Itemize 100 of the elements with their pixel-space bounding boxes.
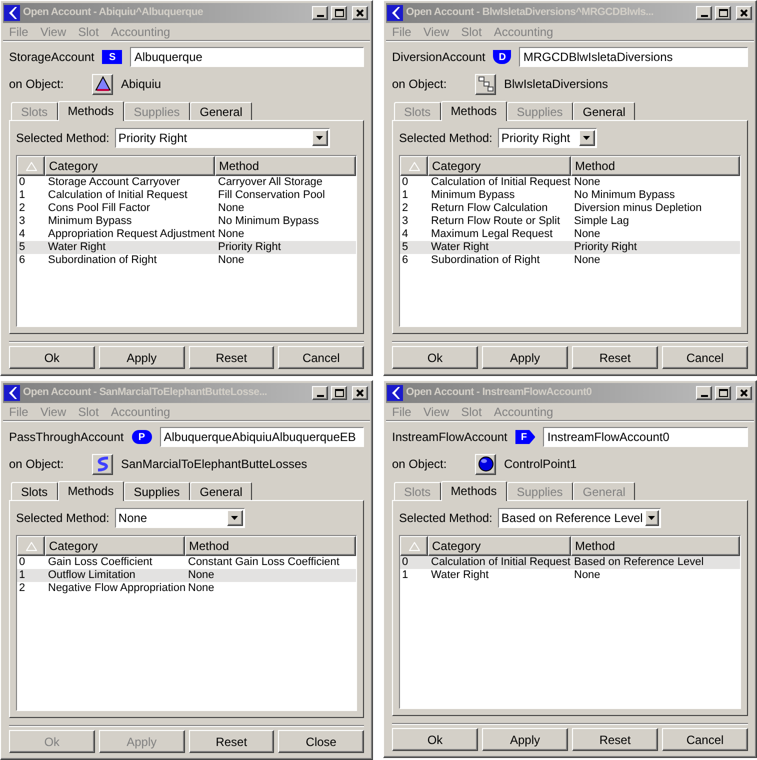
tab[interactable]: General: [190, 102, 252, 120]
tab[interactable]: Methods: [58, 481, 124, 501]
object-button[interactable]: [92, 454, 113, 474]
table-cell-text: No Minimum Bypass: [217, 215, 320, 228]
row-index: 1: [18, 569, 26, 582]
column-header[interactable]: Category: [428, 156, 571, 176]
dialog-button[interactable]: Apply: [482, 346, 568, 369]
dialog-button[interactable]: Apply: [98, 346, 184, 369]
maximize-button[interactable]: [331, 386, 347, 400]
minimize-button[interactable]: [696, 6, 712, 20]
table-row[interactable]: 1 Calculation of Initial Request Fill Conservation Pool: [17, 189, 356, 202]
table-cell-text: Gain Loss Coefficient: [47, 556, 154, 569]
selected-method-label: Selected Method:: [16, 510, 110, 527]
dropdown-value: None: [117, 510, 148, 527]
column-header[interactable]: Category: [45, 536, 185, 556]
table-row[interactable]: 6 Subordination of Right None: [17, 254, 356, 267]
table-row[interactable]: 0 Calculation of Initial Request None: [400, 176, 740, 189]
table-row[interactable]: 4 Maximum Legal Request None: [400, 228, 740, 241]
dialog-button[interactable]: Apply: [482, 728, 568, 751]
object-name: SanMarcialToElephantButteLosses: [121, 456, 308, 473]
column-header[interactable]: Method: [571, 536, 740, 556]
table-row[interactable]: 1 Water Right None: [400, 569, 740, 582]
maximize-button[interactable]: [715, 386, 731, 400]
method-dropdown[interactable]: Priority Right: [115, 128, 330, 148]
account-badge: S: [102, 50, 122, 64]
table-row[interactable]: 0 Gain Loss Coefficient Constant Gain Loss Coefficient: [17, 556, 356, 569]
sort-header[interactable]: [17, 156, 45, 176]
column-header[interactable]: Method: [571, 156, 740, 176]
tab[interactable]: Slots: [11, 482, 58, 500]
dialog-button[interactable]: Reset: [572, 728, 658, 751]
tab[interactable]: General: [572, 102, 636, 120]
object-button[interactable]: [92, 74, 113, 94]
table-row[interactable]: 3 Return Flow Route or Split Simple Lag: [400, 215, 740, 228]
tab[interactable]: General: [190, 482, 252, 500]
table-row[interactable]: 1 Outflow Limitation None: [17, 569, 356, 582]
method-dropdown[interactable]: Priority Right: [498, 128, 598, 148]
minimize-button[interactable]: [696, 386, 712, 400]
object-button[interactable]: [475, 454, 496, 474]
maximize-button[interactable]: [331, 6, 347, 20]
table-row[interactable]: 2 Negative Flow Appropriation None: [17, 582, 356, 595]
app-logo-icon: [387, 5, 403, 21]
table-cell-text: Minimum Bypass: [47, 215, 133, 228]
window-title: Open Account - BlwIsletaDiversions^MRGCDBlwIs...: [406, 5, 654, 20]
sort-header[interactable]: [400, 536, 428, 556]
minimize-button[interactable]: [312, 386, 328, 400]
table-cell-text: Priority Right: [573, 241, 638, 254]
table-row[interactable]: 6 Subordination of Right None: [400, 254, 740, 267]
account-badge: P: [132, 430, 152, 444]
dialog-button[interactable]: Cancel: [662, 728, 748, 751]
sort-header[interactable]: [17, 536, 45, 556]
account-type-label: PassThroughAccount: [9, 429, 124, 446]
close-button[interactable]: [736, 6, 752, 20]
column-header[interactable]: Method: [215, 156, 356, 176]
account-name-field[interactable]: MRGCDBlwIsletaDiversions: [519, 47, 748, 67]
dialog-button[interactable]: Reset: [188, 730, 274, 753]
table-cell-text: Negative Flow Appropriation: [47, 582, 185, 595]
account-name-field[interactable]: Albuquerque: [130, 47, 364, 67]
table-row[interactable]: 5 Water Right Priority Right: [400, 241, 740, 254]
dialog-button[interactable]: Ok: [392, 728, 478, 751]
table-row[interactable]: 0 Storage Account Carryover Carryover All Storage: [17, 176, 356, 189]
table-row[interactable]: 2 Return Flow Calculation Diversion minus Depletion: [400, 202, 740, 215]
tab[interactable]: Supplies: [124, 482, 190, 500]
reservoir-triangle-icon: [94, 76, 110, 92]
column-header[interactable]: Method: [185, 536, 356, 556]
selected-method-label: Selected Method:: [16, 130, 110, 147]
row-index: 2: [18, 202, 26, 215]
column-header[interactable]: Category: [428, 536, 571, 556]
minimize-button[interactable]: [312, 6, 328, 20]
sort-header[interactable]: [400, 156, 428, 176]
dialog-button[interactable]: Cancel: [662, 346, 748, 369]
dialog-button[interactable]: Cancel: [278, 346, 364, 369]
close-button[interactable]: [352, 386, 368, 400]
close-button[interactable]: [736, 386, 752, 400]
dialog-button[interactable]: Ok: [9, 346, 95, 369]
table-cell-text: None: [217, 202, 246, 215]
method-dropdown[interactable]: Based on Reference Level: [498, 508, 662, 528]
account-name-field[interactable]: InstreamFlowAccount0: [543, 427, 748, 447]
tab[interactable]: Methods: [440, 481, 507, 501]
method-dropdown[interactable]: None: [115, 508, 246, 528]
object-button[interactable]: [475, 74, 496, 94]
table-cell-text: Carryover All Storage: [217, 176, 324, 189]
table-cell-text: No Minimum Bypass: [573, 189, 676, 202]
account-name-field[interactable]: AlbuquerqueAbiquiuAlbuquerqueEB: [160, 427, 364, 447]
table-row[interactable]: 0 Calculation of Initial Request Based on Reference Level: [400, 556, 740, 569]
column-header[interactable]: Category: [45, 156, 215, 176]
tab[interactable]: Methods: [58, 101, 124, 121]
table-row[interactable]: 5 Water Right Priority Right: [17, 241, 356, 254]
close-button[interactable]: [352, 6, 368, 20]
maximize-button[interactable]: [715, 6, 731, 20]
table-row[interactable]: 1 Minimum Bypass No Minimum Bypass: [400, 189, 740, 202]
table-row[interactable]: 2 Cons Pool Fill Factor None: [17, 202, 356, 215]
dialog-button[interactable]: Reset: [188, 346, 274, 369]
tab[interactable]: Methods: [440, 101, 507, 121]
table-row[interactable]: 3 Minimum Bypass No Minimum Bypass: [17, 215, 356, 228]
table-cell-text: Minimum Bypass: [430, 189, 516, 202]
dialog-button[interactable]: Close: [278, 730, 364, 753]
dialog-button[interactable]: Ok: [392, 346, 478, 369]
dialog-button[interactable]: Reset: [572, 346, 658, 369]
account-type-label: InstreamFlowAccount: [392, 429, 508, 446]
table-row[interactable]: 4 Appropriation Request Adjustment None: [17, 228, 356, 241]
